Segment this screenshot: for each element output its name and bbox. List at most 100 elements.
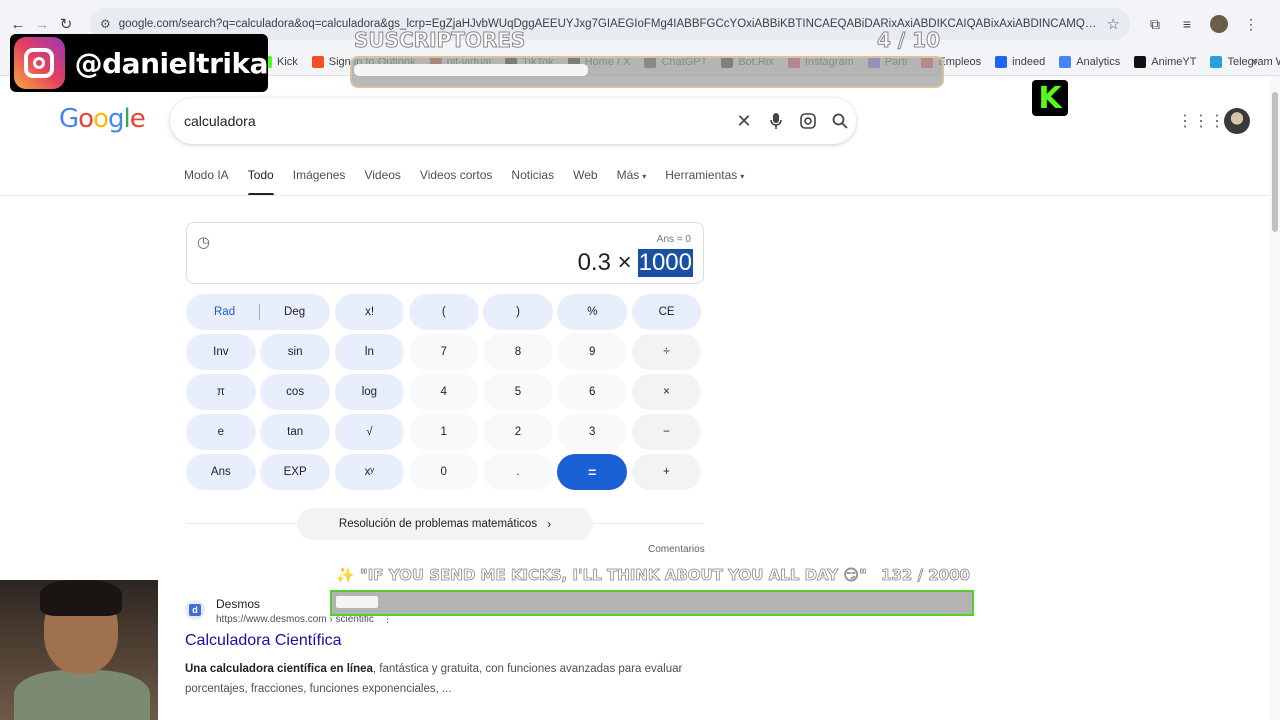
tab-label: Noticias: [511, 168, 555, 182]
tab-label: Modo IA: [184, 168, 229, 182]
bookmark-item[interactable]: Telegram Web: [1210, 55, 1280, 68]
key-minus[interactable]: −: [631, 414, 702, 450]
ans-label: Ans = 0: [656, 234, 691, 245]
tab-imágenes[interactable]: Imágenes: [293, 168, 346, 196]
key-3[interactable]: 3: [557, 414, 628, 450]
rad-deg-toggle[interactable]: Rad Deg: [186, 294, 331, 330]
key-plus[interactable]: +: [631, 454, 702, 490]
tab-web[interactable]: Web: [573, 168, 597, 196]
key-sqrt[interactable]: √: [334, 414, 405, 450]
key-2[interactable]: 2: [483, 414, 553, 450]
key-inv[interactable]: Inv: [186, 334, 256, 370]
key-5[interactable]: 5: [483, 374, 553, 410]
google-apps-icon[interactable]: ⋮⋮⋮: [1177, 110, 1225, 132]
key-exp[interactable]: EXP: [260, 454, 330, 490]
rad-option[interactable]: Rad: [214, 306, 235, 318]
key-1[interactable]: 1: [408, 414, 479, 450]
comments-link[interactable]: Comentarios: [648, 544, 705, 555]
key-clear-entry[interactable]: CE: [631, 294, 702, 330]
tab-label: Imágenes: [292, 168, 346, 182]
kicks-goal-count: 132 / 2000: [881, 566, 971, 585]
bookmark-item[interactable]: indeed: [995, 55, 1045, 68]
key-close-paren[interactable]: ): [483, 294, 553, 330]
key-divide[interactable]: ÷: [631, 334, 702, 370]
tab-modo-ia[interactable]: Modo IA: [184, 168, 229, 196]
expression-selected[interactable]: 1000: [637, 249, 693, 277]
subs-goal-fill: [354, 64, 589, 76]
key-sin[interactable]: sin: [260, 334, 330, 370]
profile-avatar[interactable]: [1208, 13, 1230, 35]
tab-label: Herramientas: [665, 168, 738, 182]
tab-label: Más: [616, 168, 640, 182]
forward-icon[interactable]: →: [32, 12, 52, 36]
key-ans[interactable]: Ans: [186, 454, 256, 490]
tab-label: Web: [573, 168, 598, 182]
bookmark-label: Kick: [277, 55, 298, 68]
bookmark-label: Empleos: [938, 55, 982, 68]
media-controls-icon[interactable]: ≡: [1176, 13, 1198, 35]
tab-videos[interactable]: Videos: [364, 168, 400, 196]
subs-goal-count: 4 / 10: [877, 28, 941, 53]
key-9[interactable]: 9: [557, 334, 628, 370]
kicks-goal-overlay: ✨ "IF YOU SEND ME KICKS, I'LL THINK ABOU…: [330, 566, 974, 616]
key-equals[interactable]: =: [557, 454, 628, 490]
key-ln[interactable]: ln: [334, 334, 405, 370]
key-multiply[interactable]: ×: [631, 374, 702, 410]
bookmark-item[interactable]: Analytics: [1059, 55, 1120, 68]
back-icon[interactable]: ←: [8, 12, 28, 36]
result-title-link[interactable]: Calculadora Científica: [185, 632, 342, 650]
extensions-icon[interactable]: ⧉: [1144, 13, 1166, 35]
bookmarks-overflow-icon[interactable]: »: [1251, 54, 1258, 68]
tab-noticias[interactable]: Noticias: [511, 168, 554, 196]
key-factorial[interactable]: x!: [334, 294, 405, 330]
google-logo[interactable]: Google: [59, 104, 146, 134]
key-tan[interactable]: tan: [260, 414, 330, 450]
calculator-expression[interactable]: 0.3 × 1000: [578, 249, 693, 277]
bookmark-item[interactable]: AnimeYT: [1134, 55, 1196, 68]
subs-goal-title: SUSCRIPTORES: [353, 28, 526, 53]
key-7[interactable]: 7: [408, 334, 479, 370]
tab-herramientas[interactable]: Herramientas ▾: [665, 168, 744, 196]
account-avatar[interactable]: [1224, 108, 1250, 134]
instagram-logo-icon: [14, 37, 65, 89]
tab-todo[interactable]: Todo: [247, 168, 274, 196]
scrollbar-thumb[interactable]: [1272, 92, 1278, 232]
key-4[interactable]: 4: [408, 374, 479, 410]
tab-label: Videos: [364, 168, 401, 182]
deg-option[interactable]: Deg: [284, 306, 305, 318]
search-icon[interactable]: [824, 105, 856, 137]
key-cos[interactable]: cos: [260, 374, 330, 410]
result-site-name[interactable]: Desmos: [216, 597, 260, 611]
search-tabs: Modo IA Todo Imágenes Videos Videos cortos No…: [184, 168, 763, 196]
math-solver-label: Resolución de problemas matemáticos: [338, 518, 538, 530]
key-e[interactable]: e: [186, 414, 256, 450]
voice-search-icon[interactable]: [760, 105, 792, 137]
clear-icon[interactable]: ✕: [728, 105, 760, 137]
bookmark-favicon-icon: [1210, 55, 1223, 68]
key-log[interactable]: log: [334, 374, 405, 410]
key-6[interactable]: 6: [557, 374, 628, 410]
math-solver-button[interactable]: Resolución de problemas matemáticos ›: [297, 508, 593, 540]
reload-icon[interactable]: ↻: [56, 12, 76, 36]
menu-kebab-icon[interactable]: ⋮: [1240, 13, 1262, 35]
key-percent[interactable]: %: [557, 294, 628, 330]
lens-search-icon[interactable]: [792, 105, 824, 137]
search-box[interactable]: calculadora ✕: [170, 98, 856, 144]
key-power[interactable]: xʸ: [334, 454, 405, 490]
key-decimal[interactable]: .: [483, 454, 553, 490]
instagram-handle-overlay: @danieltrika: [10, 34, 269, 92]
screen: ← → ↻ ⚙ google.com/search?q=calculadora&…: [0, 0, 1280, 720]
search-input[interactable]: calculadora: [184, 113, 728, 129]
result-favicon[interactable]: d: [185, 600, 205, 620]
key-open-paren[interactable]: (: [408, 294, 479, 330]
site-info-icon[interactable]: ⚙: [100, 17, 111, 31]
key-pi[interactable]: π: [186, 374, 256, 410]
bookmark-star-icon[interactable]: ☆: [1107, 15, 1120, 33]
result-snippet: Una calculadora científica en línea, fan…: [185, 663, 683, 695]
key-0[interactable]: 0: [408, 454, 479, 490]
key-8[interactable]: 8: [483, 334, 553, 370]
tab-más[interactable]: Más ▾: [617, 168, 647, 196]
history-icon[interactable]: ◷: [197, 233, 210, 251]
calculator-display: ◷ Ans = 0 0.3 × 1000: [186, 222, 704, 284]
tab-videos-cortos[interactable]: Videos cortos: [420, 168, 493, 196]
